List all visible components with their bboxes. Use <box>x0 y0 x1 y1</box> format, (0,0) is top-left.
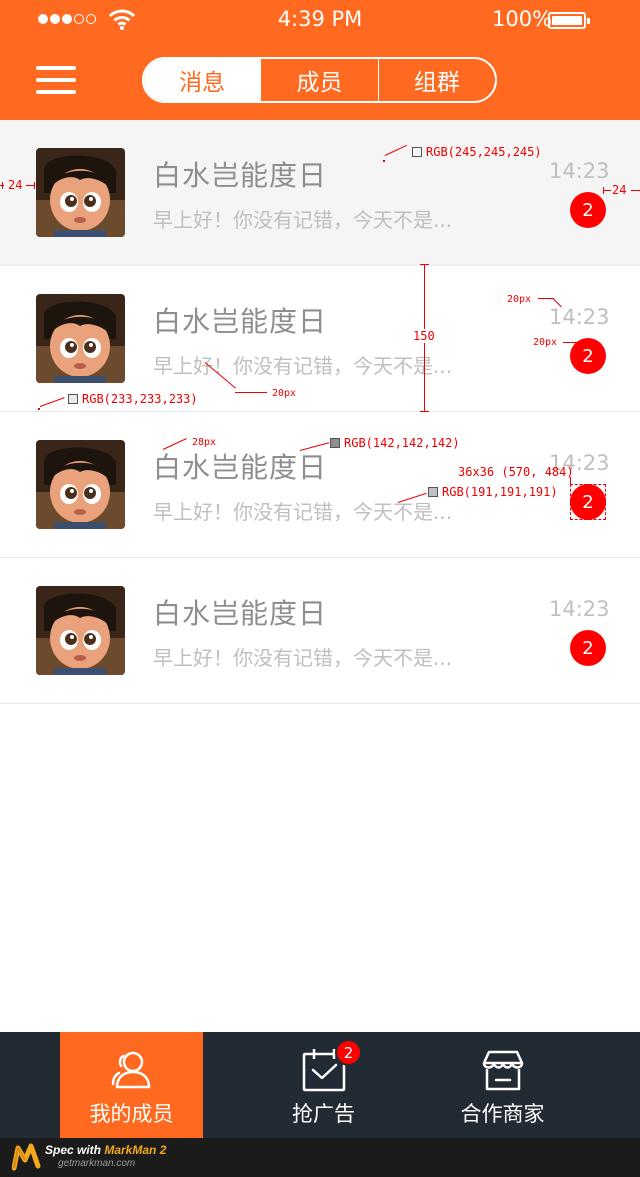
spec-line <box>34 182 35 189</box>
tab-grab-ads[interactable]: 2 抢广告 <box>252 1032 395 1138</box>
spec-row-height: 150 <box>413 329 435 343</box>
contact-name: 白水岂能度日 <box>153 451 328 484</box>
tab-label: 合作商家 <box>460 1102 545 1126</box>
message-preview: 早上好！你没有记错，今天不是... <box>153 208 453 232</box>
tab-partner-merchants[interactable]: 合作商家 <box>431 1032 574 1138</box>
spec-badge-box: 36x36 (570, 484) <box>458 465 574 479</box>
message-preview: 早上好！你没有记错，今天不是... <box>153 354 453 378</box>
message-preview: 早上好！你没有记错，今天不是... <box>153 500 453 524</box>
tab-badge: 2 <box>335 1039 362 1066</box>
spec-line <box>563 342 577 343</box>
tab-label: 抢广告 <box>292 1102 355 1126</box>
unread-badge: 2 <box>570 630 606 666</box>
spec-line <box>570 477 571 486</box>
message-time: 14:23 <box>549 305 610 329</box>
spec-line <box>420 411 429 412</box>
spec-name-size: 28px <box>192 437 217 448</box>
tab-label: 我的成员 <box>89 1102 174 1126</box>
spec-line <box>2 182 3 189</box>
spec-point <box>383 160 385 162</box>
message-row[interactable]: 白水岂能度日 早上好！你没有记错，今天不是... 14:23 2 <box>0 558 640 704</box>
markman-footer: Spec with MarkMan 2 getmarkman.com <box>0 1138 640 1177</box>
avatar <box>36 148 125 237</box>
spec-badge-outline <box>570 484 606 520</box>
contact-name: 白水岂能度日 <box>153 597 328 630</box>
tab-messages[interactable]: 消息 <box>144 59 261 101</box>
unread-badge: 2 <box>570 192 606 228</box>
app-header: 4:39 PM 100% 消息 成员 组群 <box>0 0 640 120</box>
spec-selected-bg: RGB(245,245,245) <box>412 145 542 159</box>
message-time: 14:23 <box>549 159 610 183</box>
spec-line <box>603 190 611 191</box>
menu-icon[interactable] <box>36 66 76 94</box>
spec-line <box>420 264 429 265</box>
tab-members[interactable]: 成员 <box>260 59 377 101</box>
status-bar: 4:39 PM 100% <box>0 0 640 40</box>
spec-point <box>38 408 40 410</box>
avatar <box>36 440 125 529</box>
spec-name-color: RGB(142,142,142) <box>330 436 460 450</box>
spec-line <box>631 190 640 191</box>
unread-badge: 2 <box>570 338 606 374</box>
spec-margin-left: 24 <box>8 178 23 192</box>
spec-divider: RGB(233,233,233) <box>68 392 198 406</box>
message-list: 白水岂能度日 早上好！你没有记错，今天不是... 14:23 2 白水岂能度日 … <box>0 120 640 704</box>
members-icon <box>111 1051 150 1089</box>
spec-badge-gap: 20px <box>533 337 558 348</box>
spec-line <box>235 392 267 393</box>
store-icon <box>482 1050 523 1091</box>
markman-url[interactable]: getmarkman.com <box>58 1158 135 1169</box>
message-row[interactable]: 白水岂能度日 早上好！你没有记错，今天不是... 14:23 2 <box>0 120 640 266</box>
spec-margin-right: 24 <box>612 183 627 197</box>
message-time: 14:23 <box>549 597 610 621</box>
tab-my-members[interactable]: 我的成员 <box>60 1032 203 1138</box>
markman-title: Spec with MarkMan 2 <box>45 1143 167 1157</box>
segmented-control: 消息 成员 组群 <box>142 57 497 103</box>
message-preview: 早上好！你没有记错，今天不是... <box>153 646 453 670</box>
avatar <box>36 586 125 675</box>
spec-preview-color: RGB(191,191,191) <box>428 485 558 499</box>
battery-icon <box>548 12 590 29</box>
spec-avatar-gap: 20px <box>272 388 297 399</box>
spec-time-gap: 20px <box>507 294 532 305</box>
spec-line <box>26 185 34 186</box>
contact-name: 白水岂能度日 <box>153 159 328 192</box>
markman-logo-icon <box>12 1143 41 1171</box>
bottom-tab-bar: 我的成员 2 抢广告 合作商家 <box>0 1032 640 1138</box>
avatar <box>36 294 125 383</box>
contact-name: 白水岂能度日 <box>153 305 328 338</box>
battery-percentage: 100% <box>492 7 553 31</box>
tab-groups[interactable]: 组群 <box>377 59 495 101</box>
